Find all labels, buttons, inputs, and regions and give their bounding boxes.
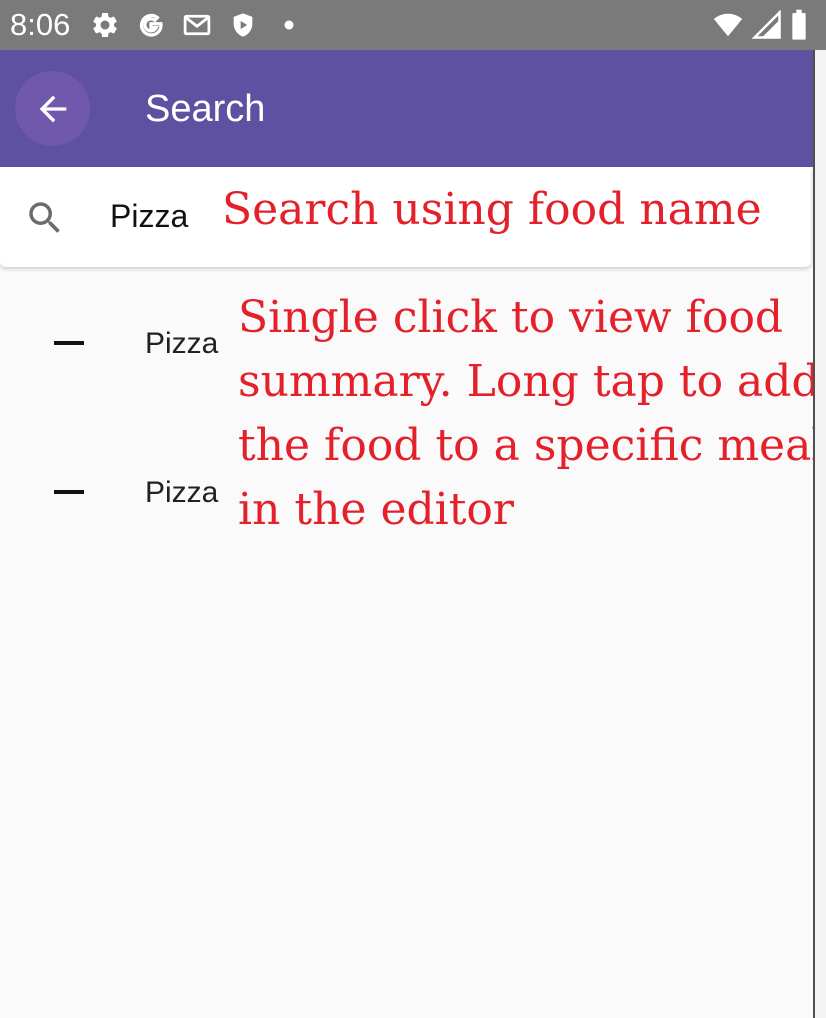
back-button[interactable] (15, 71, 90, 146)
status-time: 8:06 (10, 7, 71, 42)
shield-icon (226, 8, 260, 42)
list-item-label: Pizza (145, 476, 219, 509)
search-input[interactable] (110, 193, 220, 239)
dash-icon (54, 490, 84, 494)
window-edge-strip (815, 0, 826, 1018)
annotation-search-hint: Search using food name (222, 184, 762, 235)
arrow-left-icon (39, 95, 66, 122)
dot-icon (272, 8, 306, 42)
search-icon[interactable] (24, 197, 66, 239)
google-g-icon (134, 8, 168, 42)
status-bar: 8:06 (0, 0, 826, 50)
wifi-icon (713, 13, 743, 37)
gmail-icon (180, 8, 214, 42)
battery-icon (792, 9, 806, 40)
dash-icon (54, 341, 84, 345)
gear-icon (88, 8, 122, 42)
page-title: Search (145, 88, 266, 130)
annotation-list-hint-line-2: summary. Long tap to add (238, 356, 813, 407)
list-item-label: Pizza (145, 327, 219, 360)
toolbar: Search (0, 50, 813, 167)
annotation-list-hint-line-4: in the editor (238, 484, 514, 535)
status-right-icons (712, 8, 808, 42)
annotation-list-hint-line-3: the food to a specific meal (238, 420, 813, 471)
app-screen: Search Pizza Pizza Search using food nam… (0, 0, 813, 1018)
annotation-list-hint-line-1: Single click to view food (238, 292, 784, 343)
signal-icon (752, 10, 781, 39)
